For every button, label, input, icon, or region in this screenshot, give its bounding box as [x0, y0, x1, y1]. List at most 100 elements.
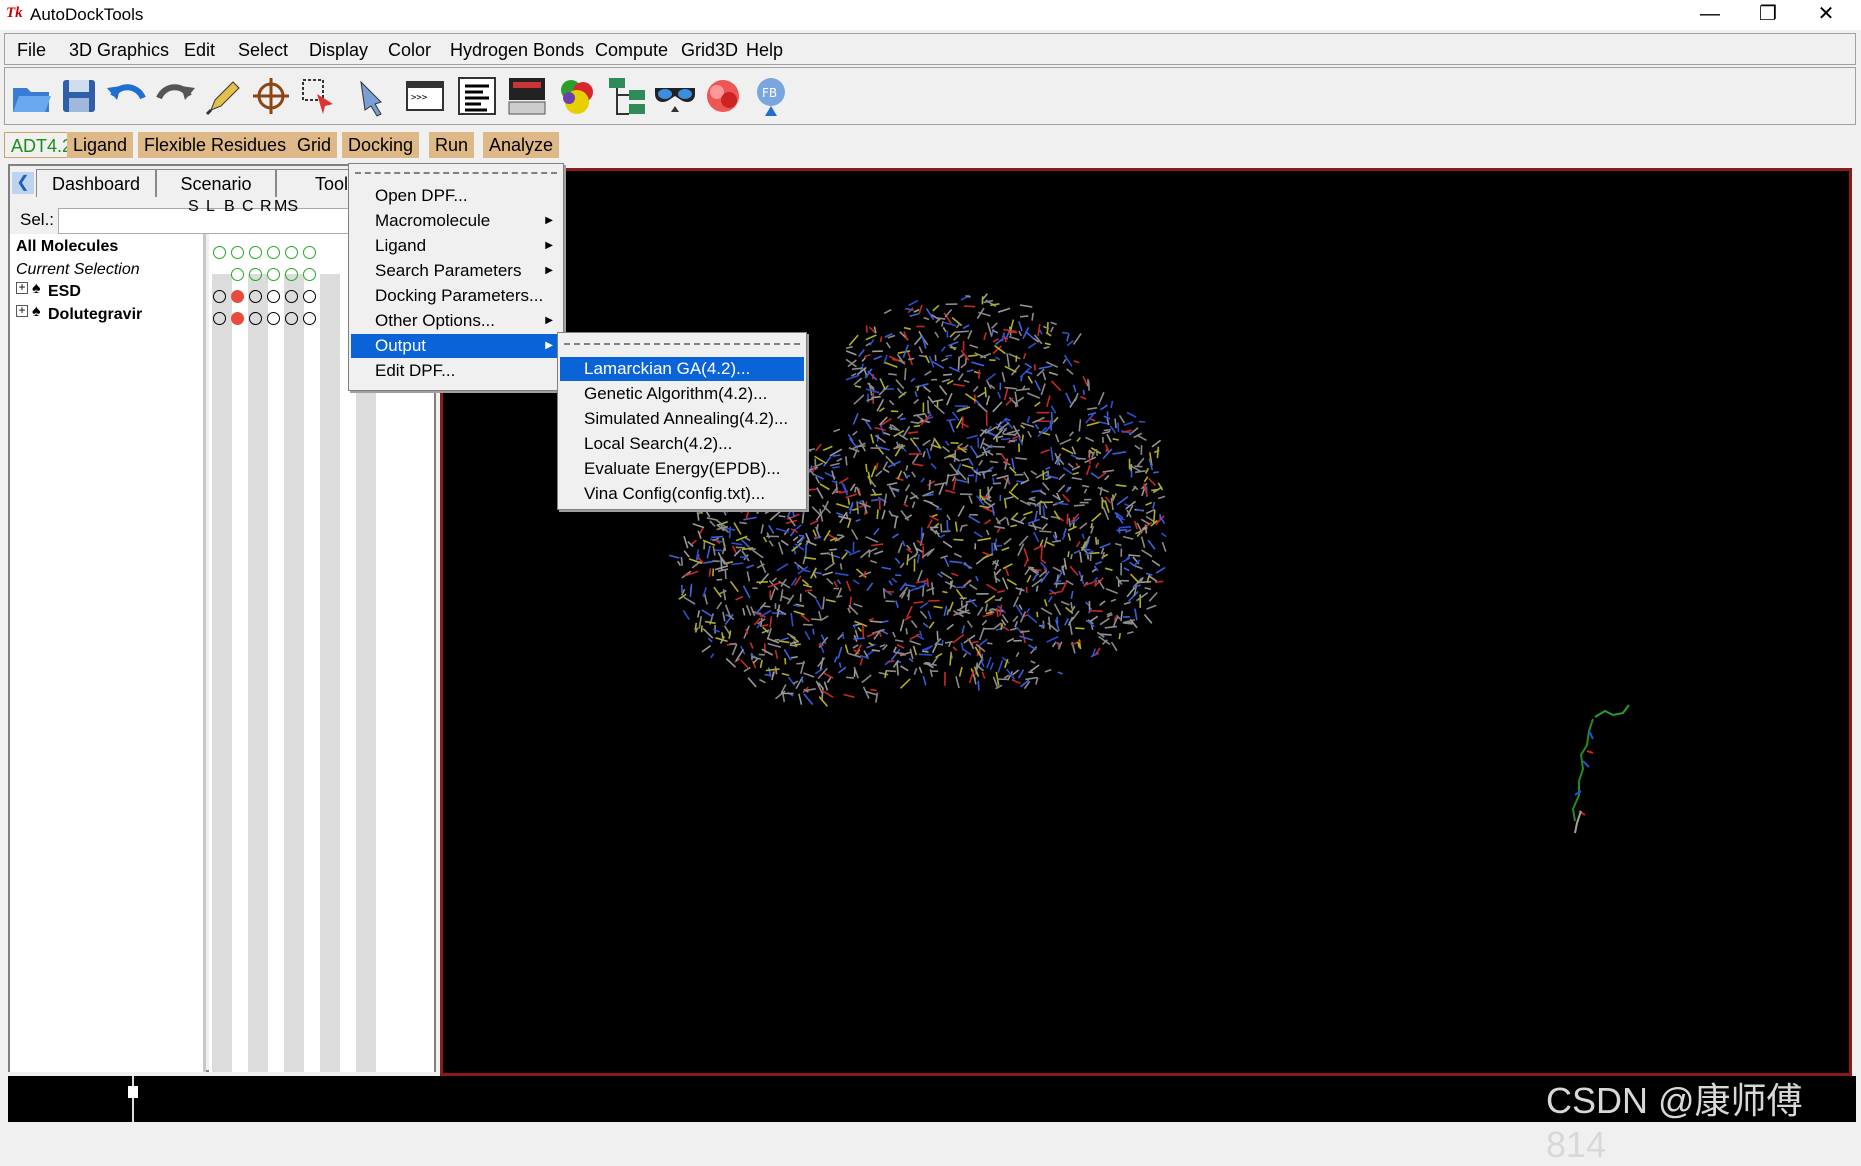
menu-item-edit-dpf[interactable]: Edit DPF...	[351, 359, 561, 383]
tree-row-dolutegravir[interactable]: Dolutegravir	[48, 306, 142, 324]
toggle-circle[interactable]	[285, 290, 298, 303]
minimize-button[interactable]: —	[1681, 0, 1739, 30]
menu-help[interactable]: Help	[746, 40, 783, 61]
close-button[interactable]: ✕	[1797, 0, 1855, 30]
bond-stick	[1066, 393, 1071, 404]
toggle-circle[interactable]	[267, 312, 280, 325]
menu-item-other-options[interactable]: Other Options...▶	[351, 309, 561, 333]
bond-stick	[1087, 422, 1100, 425]
info-icon[interactable]: FB	[749, 74, 793, 118]
bond-stick	[866, 537, 878, 542]
menu-select[interactable]: Select	[238, 40, 288, 61]
menu-item-evaluate-energy[interactable]: Evaluate Energy(EPDB)...	[560, 457, 804, 481]
tab-analyze[interactable]: Analyze	[483, 132, 559, 158]
tab-dashboard[interactable]: Dashboard	[36, 169, 156, 197]
toggle-circle[interactable]	[303, 290, 316, 303]
bond-stick	[887, 483, 897, 485]
menu-tearoff[interactable]	[355, 172, 557, 174]
menu-item-ligand[interactable]: Ligand▶	[351, 234, 561, 258]
menu-item-local-search[interactable]: Local Search(4.2)...	[560, 432, 804, 456]
menu-item-macromolecule[interactable]: Macromolecule▶	[351, 209, 561, 233]
toggle-circle[interactable]	[213, 312, 226, 325]
redo-icon[interactable]	[153, 74, 197, 118]
pencil-icon[interactable]	[201, 74, 245, 118]
select-icon[interactable]	[297, 74, 341, 118]
tab-ligand[interactable]: Ligand	[67, 132, 133, 158]
menu-edit[interactable]: Edit	[184, 40, 215, 61]
tab-scenario[interactable]: Scenario	[156, 169, 276, 197]
menu-item-genetic-algorithm[interactable]: Genetic Algorithm(4.2)...	[560, 382, 804, 406]
menu-grid3d[interactable]: Grid3D	[681, 40, 738, 61]
bond-stick	[946, 474, 948, 485]
tab-run[interactable]: Run	[429, 132, 474, 158]
molecule-render[interactable]	[443, 171, 1849, 1073]
tab-flexible-residues[interactable]: Flexible Residues	[138, 132, 292, 158]
tab-grid[interactable]: Grid	[291, 132, 337, 158]
tree-row-current-selection[interactable]: Current Selection	[16, 261, 140, 279]
menu-3d-graphics[interactable]: 3D Graphics	[69, 40, 169, 61]
toggle-circle[interactable]	[285, 246, 298, 259]
menu-file[interactable]: File	[17, 40, 46, 61]
tree-row-esd[interactable]: ESD	[48, 283, 81, 301]
menu-compute[interactable]: Compute	[595, 40, 668, 61]
toggle-circle[interactable]	[249, 246, 262, 259]
menu-item-simulated-annealing[interactable]: Simulated Annealing(4.2)...	[560, 407, 804, 431]
toggle-circle[interactable]	[303, 268, 316, 281]
toggle-circle[interactable]	[285, 268, 298, 281]
bond-stick	[1028, 343, 1036, 348]
toggle-circle[interactable]	[303, 312, 316, 325]
maximize-button[interactable]: ❐	[1739, 0, 1797, 30]
color-balls-icon[interactable]	[555, 74, 599, 118]
expand-dolutegravir-icon[interactable]: +	[16, 305, 28, 317]
menu-hydrogen-bonds[interactable]: Hydrogen Bonds	[450, 40, 584, 61]
menu-item-lamarckian-ga[interactable]: Lamarckian GA(4.2)...	[560, 357, 804, 381]
toggle-circle[interactable]	[231, 246, 244, 259]
toggle-circle[interactable]	[303, 246, 316, 259]
menu-display[interactable]: Display	[309, 40, 368, 61]
menu-item-search-parameters[interactable]: Search Parameters▶	[351, 259, 561, 283]
tree-icon[interactable]	[605, 74, 649, 118]
undo-icon[interactable]	[105, 74, 149, 118]
open-folder-icon[interactable]	[9, 74, 53, 118]
collapse-panel-icon[interactable]: ❮	[12, 172, 34, 194]
toggle-circle-on[interactable]	[231, 312, 244, 325]
hand-pick-icon[interactable]	[351, 74, 395, 118]
bond-stick	[992, 447, 1005, 448]
monitor-icon[interactable]	[505, 74, 549, 118]
menu-item-open-dpf[interactable]: Open DPF...	[351, 184, 561, 208]
toggle-circle[interactable]	[249, 268, 262, 281]
tab-docking[interactable]: Docking	[342, 132, 419, 158]
toggle-circle[interactable]	[267, 290, 280, 303]
menu-item-docking-parameters[interactable]: Docking Parameters...	[351, 284, 561, 308]
menu-item-vina-config[interactable]: Vina Config(config.txt)...	[560, 482, 804, 506]
stereo-glasses-icon[interactable]	[653, 74, 697, 118]
toggle-circle[interactable]	[249, 312, 262, 325]
slider-handle[interactable]	[128, 1086, 138, 1098]
menu-color[interactable]: Color	[388, 40, 431, 61]
menu-item-output[interactable]: Output▶	[351, 334, 561, 358]
bond-stick	[1091, 523, 1092, 528]
ligand-molecule[interactable]	[1573, 705, 1629, 833]
bond-stick	[994, 623, 1001, 628]
toggle-circle-on[interactable]	[231, 290, 244, 303]
toggle-circle[interactable]	[267, 268, 280, 281]
python-shell-icon[interactable]: >>>	[403, 74, 447, 118]
toggle-circle[interactable]	[231, 268, 244, 281]
save-icon[interactable]	[57, 74, 101, 118]
toggle-circle[interactable]	[213, 246, 226, 259]
toggle-circle[interactable]	[285, 312, 298, 325]
spin-icon[interactable]	[701, 74, 745, 118]
menu-tearoff[interactable]	[564, 343, 800, 345]
3d-viewer[interactable]	[440, 168, 1852, 1076]
toggle-circle[interactable]	[249, 290, 262, 303]
toggle-circle[interactable]	[267, 246, 280, 259]
tab-tools[interactable]: Tools	[276, 169, 356, 197]
toggle-circle[interactable]	[213, 290, 226, 303]
bond-stick	[873, 374, 874, 379]
tree-row-all-molecules[interactable]: All Molecules	[16, 238, 118, 256]
bond-stick	[1013, 436, 1019, 439]
target-icon[interactable]	[249, 74, 293, 118]
expand-esd-icon[interactable]: +	[16, 282, 28, 294]
text-lines-icon[interactable]	[455, 74, 499, 118]
bond-stick	[862, 358, 865, 362]
